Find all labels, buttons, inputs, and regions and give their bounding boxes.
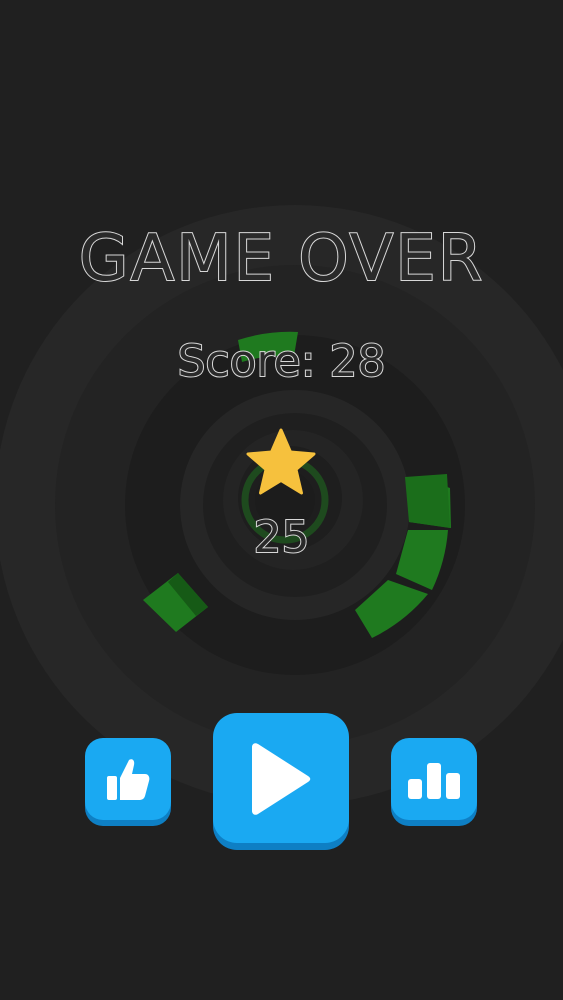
play-icon [252, 743, 311, 815]
game-over-screen: GAME OVER Score: 28 25 [0, 0, 563, 1000]
tunnel-background [0, 205, 563, 805]
like-button[interactable] [85, 738, 171, 820]
star-icon [246, 428, 316, 495]
leaderboard-button[interactable] [391, 738, 477, 820]
play-button[interactable] [213, 713, 349, 843]
score-label: Score: 28 [176, 335, 386, 388]
best-score-value: 25 [253, 511, 311, 564]
leaderboard-icon [408, 763, 460, 799]
thumbs-up-icon [107, 759, 150, 800]
game-over-title: GAME OVER [78, 221, 485, 297]
